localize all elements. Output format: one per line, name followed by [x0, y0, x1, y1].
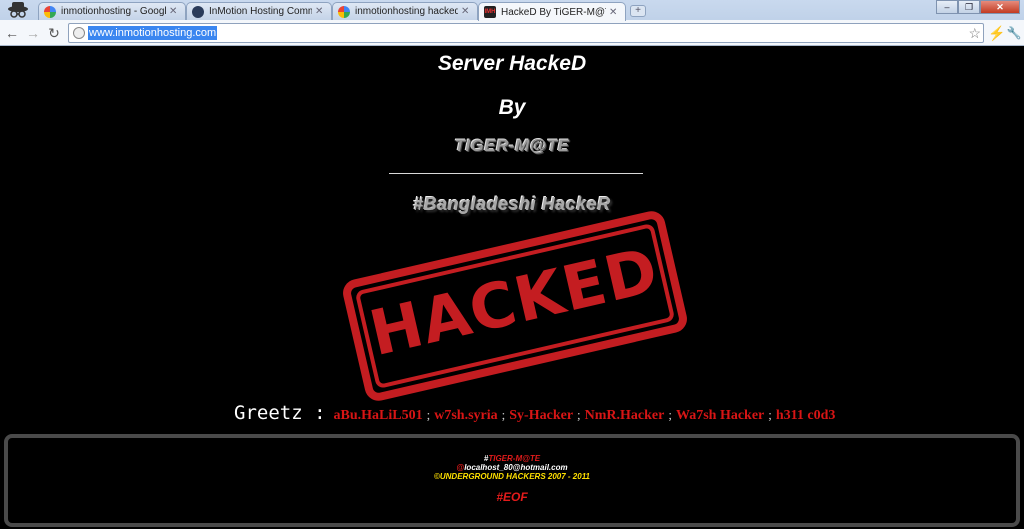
window-controls: – ❐ ✕: [936, 0, 1020, 14]
page-content: Server HackeD By TIGER-M@TE #Bangladeshi…: [0, 46, 1024, 529]
hacker-name: TIGER-M@TE: [454, 136, 570, 155]
tab-title: inmotionhosting hacked - G: [355, 6, 458, 17]
inmotion-icon: [192, 5, 204, 18]
greetz-name: NmR.Hacker: [584, 408, 665, 423]
google-icon: [338, 5, 350, 18]
footer-eof: #EOF: [496, 490, 528, 504]
tab-title: InMotion Hosting Commun: [209, 6, 312, 17]
extension-icon[interactable]: ⚡: [988, 24, 1005, 42]
greetz-line: Greetz : aBu.HaLiL501 ; w7sh.syria ; Sy-…: [234, 402, 835, 426]
tab-2[interactable]: inmotionhosting hacked - G ✕: [332, 2, 478, 20]
greetz-name: h311 c0d3: [775, 408, 836, 423]
tab-3-active[interactable]: IMH HackeD By TiGER-M@TE ✕: [478, 2, 626, 21]
tab-0[interactable]: inmotionhosting - Google S ✕: [38, 2, 186, 20]
back-button[interactable]: ←: [4, 25, 20, 41]
tab-title: inmotionhosting - Google S: [61, 6, 166, 17]
greetz-name: w7sh.syria: [434, 408, 498, 423]
tab-close-icon[interactable]: ✕: [461, 6, 471, 17]
bookmark-star-icon[interactable]: ☆: [968, 25, 981, 41]
greetz-separator: ;: [426, 407, 431, 422]
url-text[interactable]: www.inmotionhosting.com: [88, 26, 218, 40]
greetz-separator: ;: [577, 407, 581, 422]
team-name: #Bangladeshi HackeR: [413, 194, 611, 214]
tab-1[interactable]: InMotion Hosting Commun ✕: [186, 2, 332, 20]
minimize-button[interactable]: –: [936, 0, 958, 14]
page-icon: [73, 27, 85, 39]
by-text: By: [498, 96, 526, 119]
incognito-icon: [8, 2, 28, 18]
wrench-icon[interactable]: 🔧: [1006, 24, 1022, 42]
imh-icon: IMH: [484, 6, 496, 18]
tab-close-icon[interactable]: ✕: [315, 6, 325, 17]
forward-button[interactable]: →: [25, 25, 41, 41]
restore-button[interactable]: ❐: [958, 0, 980, 14]
reload-button[interactable]: ↻: [46, 25, 62, 41]
greetz-name: Sy-Hacker: [509, 408, 574, 423]
tab-close-icon[interactable]: ✕: [169, 6, 179, 17]
browser-chrome: inmotionhosting - Google S ✕ InMotion Ho…: [0, 0, 1024, 46]
tab-strip: inmotionhosting - Google S ✕ InMotion Ho…: [0, 0, 1024, 21]
close-window-button[interactable]: ✕: [980, 0, 1020, 14]
greetz-separator: ;: [501, 407, 506, 422]
new-tab-button[interactable]: +: [630, 5, 646, 17]
page-title: Server HackeD: [437, 52, 587, 75]
footer-copyright: ©UNDERGROUND HACKERS 2007 - 2011: [433, 472, 590, 481]
footer-name: TIGER-M@TE: [488, 454, 541, 463]
divider: [389, 173, 643, 174]
tab-close-icon[interactable]: ✕: [609, 7, 619, 18]
greetz-separator: ;: [668, 407, 672, 422]
google-icon: [44, 5, 56, 18]
greetz-separator: ;: [768, 407, 772, 422]
greetz-name: Wa7sh Hacker: [675, 408, 765, 423]
browser-toolbar: ← → ↻ www.inmotionhosting.com ☆ ⚡ 🔧: [0, 20, 1024, 46]
footer-box: #TIGER-M@TE @localhost_80@hotmail.com ©U…: [4, 434, 1020, 527]
address-bar[interactable]: www.inmotionhosting.com ☆: [68, 23, 984, 43]
tab-title: HackeD By TiGER-M@TE: [501, 6, 606, 18]
greetz-label: Greetz :: [234, 402, 326, 424]
footer-email: localhost_80@hotmail.com: [464, 463, 568, 472]
greetz-name: aBu.HaLiL501: [333, 408, 423, 423]
hacked-stamp: HACKED: [340, 208, 690, 404]
